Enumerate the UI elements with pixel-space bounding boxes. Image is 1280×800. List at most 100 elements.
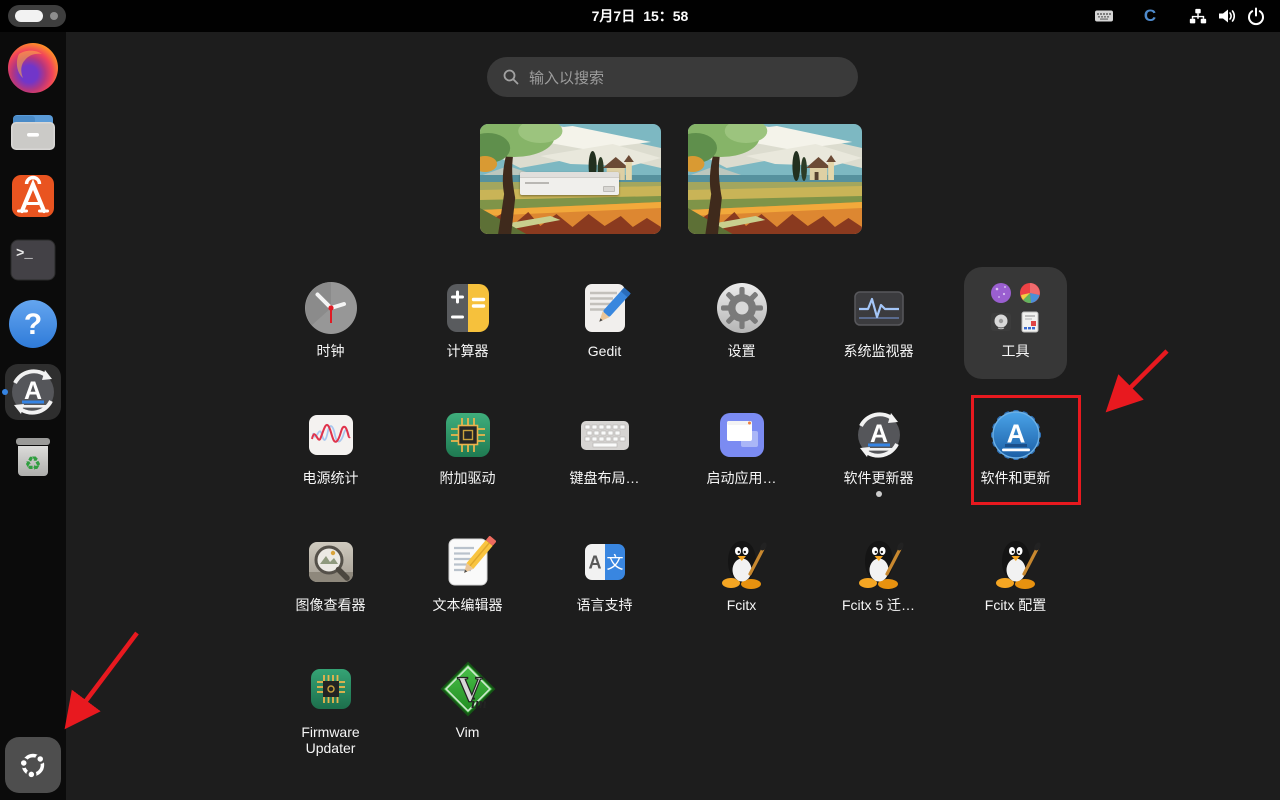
image-viewer-icon [303, 534, 359, 590]
workspace-thumbnail-2[interactable] [688, 124, 862, 234]
svg-text:?: ? [24, 308, 42, 341]
system-monitor-icon [851, 280, 907, 336]
app-image-viewer[interactable]: 图像查看器 [262, 521, 399, 648]
app-label: 语言支持 [577, 597, 633, 613]
firmware-updater-icon [303, 661, 359, 717]
dock-item-ubuntu-software[interactable] [5, 168, 61, 224]
dock-item-firefox[interactable] [5, 40, 61, 96]
app-label: 键盘布局… [570, 470, 640, 486]
app-fcitx5-migration[interactable]: Fcitx 5 迁… [810, 521, 947, 648]
app-fcitx[interactable]: Fcitx [673, 521, 810, 648]
app-software-and-updates[interactable]: A 软件和更新 [947, 394, 1084, 521]
dock-item-software-updater[interactable] [5, 364, 61, 420]
help-icon: ? [5, 296, 61, 352]
fcitx-penguin-icon [714, 534, 770, 590]
app-label: Firmware Updater [279, 724, 383, 756]
terminal-icon: >_ [5, 232, 61, 288]
clock-icon [303, 280, 359, 336]
software-updater-icon [5, 364, 61, 420]
power-icon[interactable] [1246, 6, 1266, 26]
app-power-statistics[interactable]: 电源统计 [262, 394, 399, 521]
settings-gear-icon [714, 280, 770, 336]
app-calculator[interactable]: 计算器 [399, 267, 536, 394]
app-additional-drivers[interactable]: 附加驱动 [399, 394, 536, 521]
search-input[interactable]: 输入以搜索 [487, 57, 858, 97]
svg-text:文: 文 [606, 554, 623, 574]
dock-item-files[interactable] [5, 104, 61, 160]
app-system-monitor[interactable]: 系统监视器 [810, 267, 947, 394]
running-indicator-dot [876, 491, 882, 497]
volume-icon[interactable] [1217, 6, 1237, 26]
additional-drivers-icon [440, 407, 496, 463]
panel-time: 15：58 [643, 6, 688, 26]
running-indicator-dot [2, 389, 8, 395]
ubuntu-logo-icon [11, 743, 55, 787]
app-label: 软件和更新 [981, 470, 1051, 486]
panel-date: 7月7日 [592, 6, 636, 26]
app-label: 文本编辑器 [433, 597, 503, 613]
app-label: 电源统计 [303, 470, 359, 486]
app-vim[interactable]: Vim Vim [399, 648, 536, 775]
files-icon [5, 104, 61, 160]
ubuntu-software-icon [5, 168, 61, 224]
clock-menu[interactable]: 7月7日 15：58 [0, 0, 1280, 32]
app-label: 图像查看器 [296, 597, 366, 613]
top-panel: 7月7日 15：58 C [0, 0, 1280, 32]
app-label: 启动应用… [707, 470, 777, 486]
search-icon [503, 69, 519, 85]
app-label: Fcitx 配置 [985, 597, 1046, 613]
software-and-updates-icon: A [988, 407, 1044, 463]
text-editor-icon [440, 534, 496, 590]
app-label: 时钟 [317, 343, 345, 359]
app-label: Vim [456, 724, 480, 740]
gedit-icon [577, 280, 633, 336]
annotation-arrow-software-and-updates [1112, 351, 1167, 406]
app-gedit[interactable]: Gedit [536, 267, 673, 394]
trash-icon: ♻ [5, 428, 61, 484]
app-label: Fcitx [727, 597, 757, 613]
globe-mini-icon [989, 281, 1013, 305]
fcitx-penguin-icon [851, 534, 907, 590]
fcitx-penguin-icon [988, 534, 1044, 590]
logs-mini-icon [1018, 310, 1042, 334]
svg-text:A: A [588, 553, 601, 573]
folder-label: 工具 [1002, 343, 1030, 359]
search-placeholder: 输入以搜索 [529, 67, 604, 88]
firefox-icon [5, 40, 61, 96]
workspace-thumbnail-1[interactable] [480, 124, 661, 234]
app-firmware-updater[interactable]: Firmware Updater [262, 648, 399, 775]
keyboard-indicator-icon[interactable] [1094, 6, 1114, 26]
app-label: 系统监视器 [844, 343, 914, 359]
app-label: 计算器 [447, 343, 489, 359]
dash-dock: >_ ? ♻ [0, 32, 66, 800]
vim-icon: Vim [440, 661, 496, 717]
app-keyboard-layout[interactable]: 键盘布局… [536, 394, 673, 521]
app-software-updater[interactable]: 软件更新器 [810, 394, 947, 521]
annotation-arrow-show-apps [70, 633, 137, 722]
startup-applications-icon [714, 407, 770, 463]
fcitx-input-indicator-icon[interactable]: C [1140, 6, 1160, 26]
dock-item-terminal[interactable]: >_ [5, 232, 61, 288]
app-text-editor[interactable]: 文本编辑器 [399, 521, 536, 648]
software-updater-icon [851, 407, 907, 463]
dock-item-trash[interactable]: ♻ [5, 428, 61, 484]
app-label: Gedit [588, 343, 621, 359]
dock-item-help[interactable]: ? [5, 296, 61, 352]
app-fcitx-config[interactable]: Fcitx 配置 [947, 521, 1084, 648]
tools-folder-icon [988, 280, 1044, 336]
network-icon[interactable] [1188, 6, 1208, 26]
svg-text:im: im [471, 696, 487, 712]
app-grid: 时钟 计算器 Gedit 设置 系统监视器 工具 电源统计 附加驱动 [262, 267, 1084, 775]
app-folder-tools[interactable]: 工具 [947, 267, 1084, 394]
keyboard-layout-icon [577, 407, 633, 463]
pie-chart-mini-icon [1018, 281, 1042, 305]
app-settings[interactable]: 设置 [673, 267, 810, 394]
show-applications-button[interactable] [5, 737, 61, 793]
disks-mini-icon [989, 310, 1013, 334]
app-clock[interactable]: 时钟 [262, 267, 399, 394]
app-label: Fcitx 5 迁… [842, 597, 915, 613]
app-label: 附加驱动 [440, 470, 496, 486]
app-language-support[interactable]: A文 语言支持 [536, 521, 673, 648]
svg-text:>_: >_ [16, 246, 33, 262]
app-startup-applications[interactable]: 启动应用… [673, 394, 810, 521]
